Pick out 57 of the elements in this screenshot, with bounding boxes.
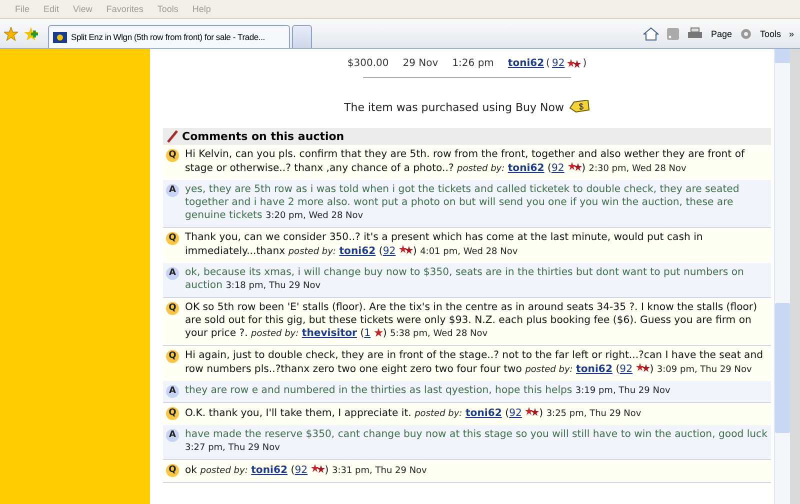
question-badge: Q bbox=[166, 407, 179, 420]
answer-text: have made the reserve $350, cant change buy now at this stage so you will still have to win the auction, good luck 3:27 pm, Thu 29 Nov bbox=[185, 428, 768, 455]
buy-now-note: The item was purchased using Buy Now bbox=[344, 100, 564, 114]
page-menu-button[interactable]: Page bbox=[710, 29, 732, 39]
rating-link[interactable]: 92 bbox=[620, 364, 633, 375]
question-badge: Q bbox=[166, 350, 179, 363]
rating-link[interactable]: 92 bbox=[509, 408, 522, 419]
favorites-star-icon[interactable] bbox=[4, 27, 18, 41]
answer-badge: A bbox=[166, 429, 179, 442]
bid-amount: $300.00 bbox=[347, 58, 389, 69]
rating-link[interactable]: 92 bbox=[294, 465, 308, 476]
feed-icon[interactable] bbox=[666, 28, 679, 40]
user-link[interactable]: toni62 bbox=[576, 364, 612, 375]
question-text: ok posted by: toni62 (92 ) 3:31 pm, Thu 29 Nov bbox=[185, 463, 428, 478]
user-link[interactable]: toni62 bbox=[339, 246, 376, 257]
rating-link[interactable]: 1 bbox=[364, 328, 371, 339]
bid-date: 29 Nov bbox=[402, 58, 438, 69]
question-text: Hi again, just to double check, they are in front of the stage..? not to the far left or right...?can I have the seat and row numbers pls..?thanx zero two one eight zero two four four two posted by: toni62 (92 ) 3:09 pm, Thu 29 Nov bbox=[185, 349, 764, 377]
answer-text: they are row e and numbered in the thirties as last qyestion, hope this helps 3:19 pm, Thu 29 Nov bbox=[185, 384, 672, 398]
user-link[interactable]: toni62 bbox=[251, 465, 288, 476]
pencil-icon bbox=[166, 130, 178, 143]
paren: ) bbox=[582, 58, 587, 69]
question-badge: Q bbox=[166, 232, 179, 245]
answer-text: yes, they are 5th row as i was told when i got the tickets and called ticketek to double check, they are seated together and i have 2 more also. wont put a photo on but will send you one if you win the auction, these are genuine tickets 3:20 pm, Wed 28 Nov bbox=[185, 183, 740, 223]
question-badge: Q bbox=[166, 464, 179, 477]
answer-badge: A bbox=[166, 385, 179, 398]
answer-badge: A bbox=[166, 184, 179, 197]
comments-heading: Comments on this auction bbox=[182, 130, 344, 143]
scrollbar[interactable] bbox=[774, 49, 790, 504]
tools-menu-button[interactable]: Tools bbox=[760, 29, 781, 39]
browser-tab[interactable]: Split Enz in Wlgn (5th row from front) for sale - Trade... bbox=[48, 25, 290, 48]
printer-icon[interactable] bbox=[686, 27, 703, 41]
rating-link[interactable]: 92 bbox=[552, 58, 565, 69]
bid-time: 1:26 pm bbox=[452, 58, 494, 69]
question-badge: Q bbox=[166, 149, 179, 162]
gear-icon bbox=[740, 28, 752, 40]
rating-link[interactable]: 92 bbox=[551, 163, 564, 174]
user-link[interactable]: toni62 bbox=[508, 58, 544, 69]
answer-badge: A bbox=[166, 267, 179, 280]
question-text: OK so 5th row been 'E' stalls (floor). Are the tix's in the centre as in around seats 34-35 ?. I know the stalls (floor) are sold out for this gig, but these tickets were only $93. N.Z. each plus booking fee ($6). Guess you are firm on your price ?. posted by: thevisitor (1 ) 5:38 pm, Wed 28 Nov bbox=[185, 301, 758, 341]
home-icon[interactable] bbox=[642, 27, 659, 41]
flag-icon bbox=[53, 32, 67, 42]
question-text: Hi Kelvin, can you pls. confirm that they are 5th. row from the front, together and also wether they are front of stage or otherwise..? thanx ,any chance of a photo..? posted by: toni62 (92 ) 2:30 pm, Wed 28 Nov bbox=[185, 148, 746, 176]
more-tools-button[interactable]: » bbox=[788, 29, 794, 39]
paren: ( bbox=[546, 58, 550, 69]
user-link[interactable]: toni62 bbox=[508, 163, 544, 174]
user-link[interactable]: toni62 bbox=[465, 408, 502, 419]
add-favorite-icon[interactable] bbox=[24, 27, 38, 41]
question-text: O.K. thank you, I'll take them, I appreciate it. posted by: toni62 (92 ) 3:25 pm, Thu 29 Nov bbox=[185, 406, 642, 421]
question-text: Thank you, can we consider 350..? it's a present which has come at the last minute, would put cash in immediately...thanx posted by: toni62 (92 ) 4:01 pm, Wed 28 Nov bbox=[185, 231, 704, 259]
browser-tab[interactable] bbox=[292, 25, 312, 48]
price-tag-icon bbox=[568, 100, 590, 114]
rating-link[interactable]: 92 bbox=[382, 246, 396, 257]
answer-text: ok, because its xmas, i will change buy now to $350, seats are in the thirties but dont want to put numbers on auction 3:18 pm, Thu 29 Nov bbox=[185, 266, 745, 293]
stars-icon bbox=[566, 58, 581, 69]
question-badge: Q bbox=[166, 302, 179, 315]
user-link[interactable]: thevisitor bbox=[302, 328, 357, 339]
